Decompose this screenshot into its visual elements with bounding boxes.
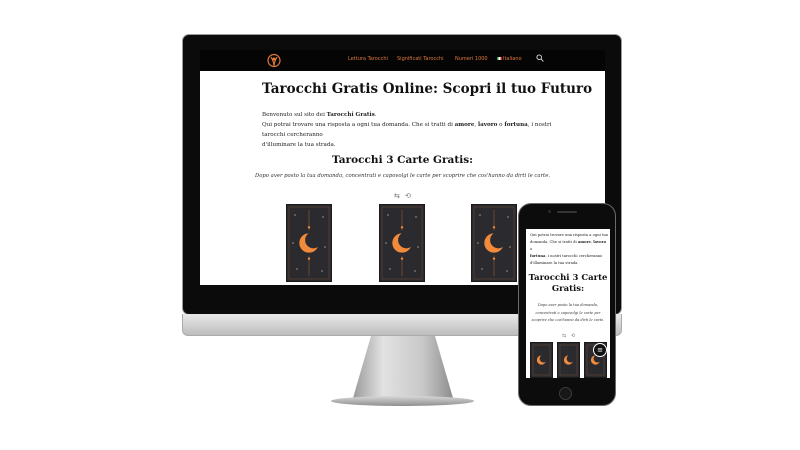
reset-icon[interactable]: ⟲ <box>405 192 411 200</box>
crescent-moon-icon <box>288 206 330 280</box>
mobile-shuffle-icon[interactable]: ⇆ <box>562 333 566 339</box>
intro-text: Benvenuto sul sito dei Tarocchi Gratis. … <box>262 112 552 148</box>
phone-speaker <box>557 211 577 213</box>
phone-home-button[interactable] <box>559 387 572 400</box>
mobile-section-title: Tarocchi 3 Carte Gratis: <box>528 273 608 294</box>
tarot-logo-icon[interactable] <box>267 53 281 68</box>
tarot-card-1[interactable] <box>286 204 332 282</box>
crescent-moon-icon <box>532 344 551 376</box>
nav-item-numeri[interactable]: Numeri 1000 <box>455 56 488 62</box>
tarot-card-2[interactable] <box>379 204 425 282</box>
shuffle-icon[interactable]: ⇆ <box>394 192 400 200</box>
mobile-reset-icon[interactable]: ⟲ <box>571 333 575 339</box>
italian-flag-icon <box>497 57 502 60</box>
section-title: Tarocchi 3 Carte Gratis: <box>332 154 473 166</box>
phone-camera <box>548 210 551 213</box>
nav-item-language[interactable]: Italiano <box>497 56 522 62</box>
language-label: Italiano <box>503 56 522 62</box>
instructions-text: Dopo aver posto la tua domanda, concentr… <box>254 173 551 179</box>
nav-item-lettura-tarocchi[interactable]: Lettura Tarocchi <box>348 56 388 62</box>
mobile-instructions-text: Dopo aver posto la tua domanda, concentr… <box>531 303 605 322</box>
crescent-moon-icon <box>473 206 515 280</box>
top-navbar: Lettura Tarocchi Significati Tarocchi Nu… <box>200 50 605 71</box>
mobile-tarot-card-2[interactable] <box>557 342 580 378</box>
mobile-screen: Qui potrai trovare una risposta a ogni t… <box>526 229 610 378</box>
monitor-base <box>331 396 474 406</box>
crescent-moon-icon <box>381 206 423 280</box>
tarot-card-3[interactable] <box>471 204 517 282</box>
search-icon[interactable] <box>536 54 544 62</box>
page-title: Tarocchi Gratis Online: Scopri il tuo Fu… <box>262 81 593 97</box>
mobile-intro-text: Qui potrai trovare una risposta a ogni t… <box>530 233 609 265</box>
mobile-menu-button[interactable]: ≡ <box>593 343 607 357</box>
crescent-moon-icon <box>559 344 578 376</box>
nav-item-significati-tarocchi[interactable]: Significati Tarocchi <box>397 56 444 62</box>
monitor-stand <box>353 336 453 398</box>
brand-name: Tarocchi Gratis <box>326 112 375 118</box>
mobile-tarot-card-1[interactable] <box>530 342 553 378</box>
